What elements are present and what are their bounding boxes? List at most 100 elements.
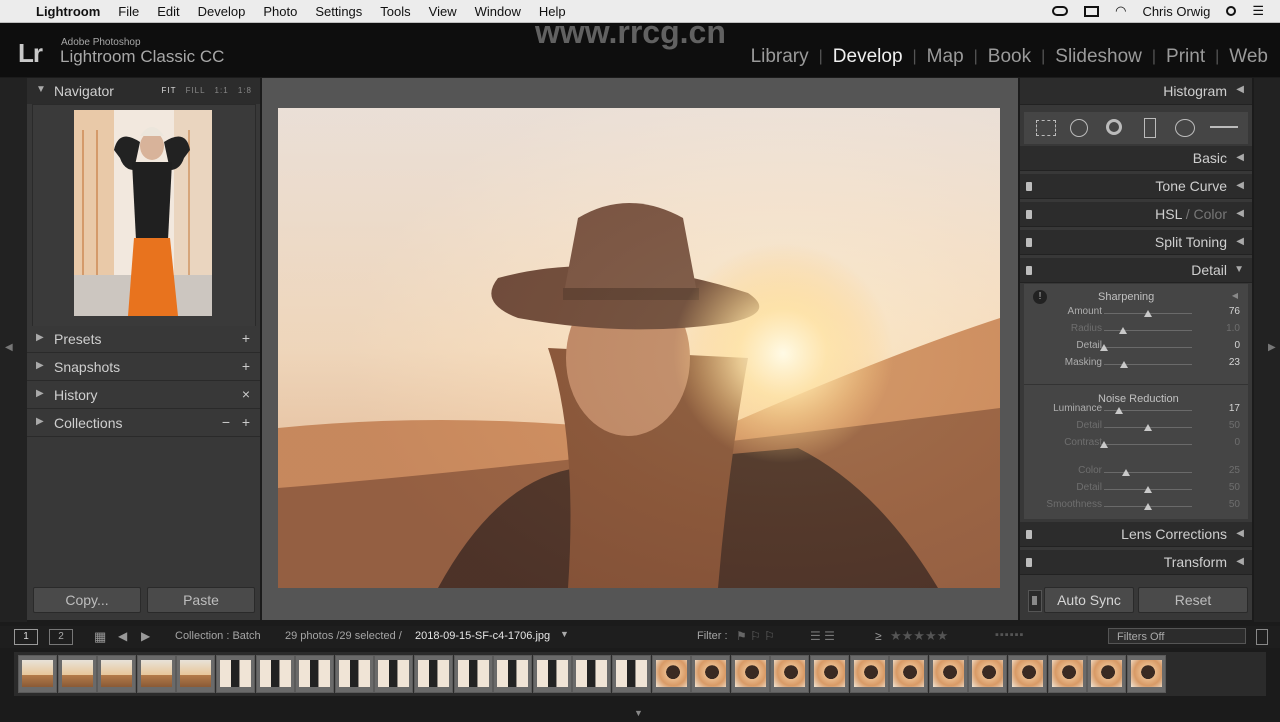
slider-thumb[interactable] [1119, 327, 1128, 334]
basic-header[interactable]: Basic ◀ [1020, 146, 1252, 171]
menu-help[interactable]: Help [539, 4, 566, 19]
spotlight-search-icon[interactable] [1226, 6, 1237, 16]
menu-edit[interactable]: Edit [157, 4, 179, 19]
collection-source[interactable]: Collection : Batch [175, 630, 261, 642]
filmstrip-thumbnail[interactable] [414, 655, 453, 693]
filmstrip-thumbnail[interactable] [176, 655, 216, 693]
panel-switch-icon[interactable] [1026, 558, 1032, 567]
histogram-header[interactable]: Histogram ◀ [1020, 78, 1252, 105]
filmstrip-thumbnail[interactable] [532, 655, 572, 693]
module-print[interactable]: Print [1166, 46, 1205, 68]
rating-operator[interactable]: ≥ [875, 629, 882, 643]
lens-corrections-header[interactable]: Lens Corrections ◀ [1020, 522, 1252, 547]
zoom-fill[interactable]: FILL [186, 86, 206, 95]
slider-value[interactable]: 50 [1229, 482, 1240, 493]
module-slideshow[interactable]: Slideshow [1055, 46, 1142, 68]
panel-switch-icon[interactable] [1026, 266, 1032, 275]
navigator-header[interactable]: ▼ Navigator FIT FILL 1:1 1:8 [27, 78, 260, 104]
paste-button[interactable]: Paste [147, 587, 255, 613]
menu-photo[interactable]: Photo [263, 4, 297, 19]
zoom-1-8[interactable]: 1:8 [238, 86, 252, 95]
filmstrip-collapse-icon[interactable]: ▼ [634, 708, 643, 718]
slider-value[interactable]: 25 [1229, 465, 1240, 476]
slider-value[interactable]: 76 [1229, 306, 1240, 317]
graduated-filter-icon[interactable] [1144, 118, 1156, 138]
panel-switch-icon[interactable] [1026, 210, 1032, 219]
filmstrip-thumbnail[interactable] [374, 655, 414, 693]
forward-arrow-icon[interactable]: ▶ [141, 629, 150, 643]
history-header[interactable]: ▶ History × [27, 382, 260, 409]
add-preset-icon[interactable]: + [242, 330, 250, 346]
grid-view-icon[interactable]: ▦ [94, 629, 106, 645]
filmstrip-thumbnail[interactable] [572, 655, 612, 693]
slider-value[interactable]: 1.0 [1226, 323, 1240, 334]
slider-track[interactable] [1104, 444, 1192, 445]
slider-track[interactable] [1104, 472, 1192, 473]
filmstrip-thumbnail[interactable] [1047, 655, 1087, 693]
add-collection-icon[interactable]: + [242, 414, 250, 430]
slider-value[interactable]: 50 [1229, 420, 1240, 431]
filmstrip-thumbnail[interactable] [216, 655, 255, 693]
navigator-preview[interactable] [32, 104, 256, 328]
slider-track[interactable] [1104, 330, 1192, 331]
slider-value[interactable]: 0 [1234, 340, 1240, 351]
filmstrip-thumbnail[interactable] [612, 655, 651, 693]
slider-value[interactable]: 17 [1229, 403, 1240, 414]
panel-switch-icon[interactable] [1026, 238, 1032, 247]
filmstrip-thumbnail[interactable] [1008, 655, 1047, 693]
collapse-right-icon[interactable]: ▶ [1268, 342, 1276, 353]
snapshots-header[interactable]: ▶ Snapshots + [27, 354, 260, 381]
module-map[interactable]: Map [927, 46, 964, 68]
slider-thumb[interactable] [1144, 503, 1152, 510]
filmstrip-thumbnail[interactable] [1087, 655, 1127, 693]
hsl-label[interactable]: HSL [1155, 206, 1182, 222]
panel-switch-icon[interactable] [1026, 182, 1032, 191]
module-library[interactable]: Library [751, 46, 809, 68]
menu-file[interactable]: File [118, 4, 139, 19]
sharpening-masking-slider[interactable]: Masking 23 [1026, 357, 1246, 373]
tone-curve-header[interactable]: Tone Curve ◀ [1020, 174, 1252, 199]
color-noise-detail-slider[interactable]: Detail 50 [1026, 482, 1246, 498]
left-panel-toggle[interactable]: ◀ [0, 78, 27, 622]
color-label-filter-icon[interactable]: ▪▪▪▪▪▪ [995, 629, 1024, 641]
remove-collection-icon[interactable]: − [222, 414, 230, 430]
flag-filter-icon[interactable]: ⚑ ⚐ ⚐ [736, 629, 775, 643]
slider-thumb[interactable] [1120, 361, 1129, 368]
spot-removal-icon[interactable] [1070, 119, 1088, 137]
module-book[interactable]: Book [988, 46, 1031, 68]
filmstrip-thumbnail[interactable] [849, 655, 889, 693]
zoom-fit[interactable]: FIT [161, 86, 176, 95]
filmstrip-thumbnail[interactable] [770, 655, 810, 693]
right-panel-toggle[interactable]: ▶ [1254, 78, 1280, 622]
filmstrip-thumbnail[interactable] [57, 655, 97, 693]
filmstrip-thumbnail[interactable] [810, 655, 849, 693]
collapse-left-icon[interactable]: ◀ [5, 342, 13, 353]
color-noise-smoothness-slider[interactable]: Smoothness 50 [1026, 499, 1246, 515]
copy-button[interactable]: Copy... [33, 587, 141, 613]
app-menu[interactable]: Lightroom [36, 4, 100, 19]
module-develop[interactable]: Develop [833, 46, 903, 68]
detail-header[interactable]: Detail ▼ [1020, 258, 1252, 283]
transform-header[interactable]: Transform ◀ [1020, 550, 1252, 575]
filmstrip-thumbnail[interactable] [334, 655, 374, 693]
filename[interactable]: 2018-09-15-SF-c4-1706.jpg [415, 630, 550, 642]
main-window-button[interactable]: 1 [14, 629, 38, 645]
slider-thumb[interactable] [1114, 407, 1123, 414]
split-toning-header[interactable]: Split Toning ◀ [1020, 230, 1252, 255]
warning-icon[interactable]: ! [1033, 290, 1047, 304]
sharpening-radius-slider[interactable]: Radius 1.0 [1026, 323, 1246, 339]
noise-detail-slider[interactable]: Detail 50 [1026, 420, 1246, 436]
main-photo[interactable] [278, 108, 1000, 588]
rating-stars-icon[interactable]: ★★★★★ [890, 628, 948, 644]
color-label[interactable]: Color [1194, 206, 1227, 222]
slider-thumb[interactable] [1100, 344, 1108, 351]
slider-value[interactable]: 23 [1229, 357, 1240, 368]
menu-tools[interactable]: Tools [380, 4, 410, 19]
filter-lock-icon[interactable] [1256, 629, 1268, 645]
collections-header[interactable]: ▶ Collections − + [27, 410, 260, 437]
filmstrip[interactable] [14, 652, 1266, 696]
slider-thumb[interactable] [1100, 441, 1108, 448]
slider-thumb[interactable] [1144, 486, 1152, 493]
noise-luminance-slider[interactable]: Luminance 17 [1026, 403, 1246, 419]
filmstrip-thumbnail[interactable] [97, 655, 137, 693]
